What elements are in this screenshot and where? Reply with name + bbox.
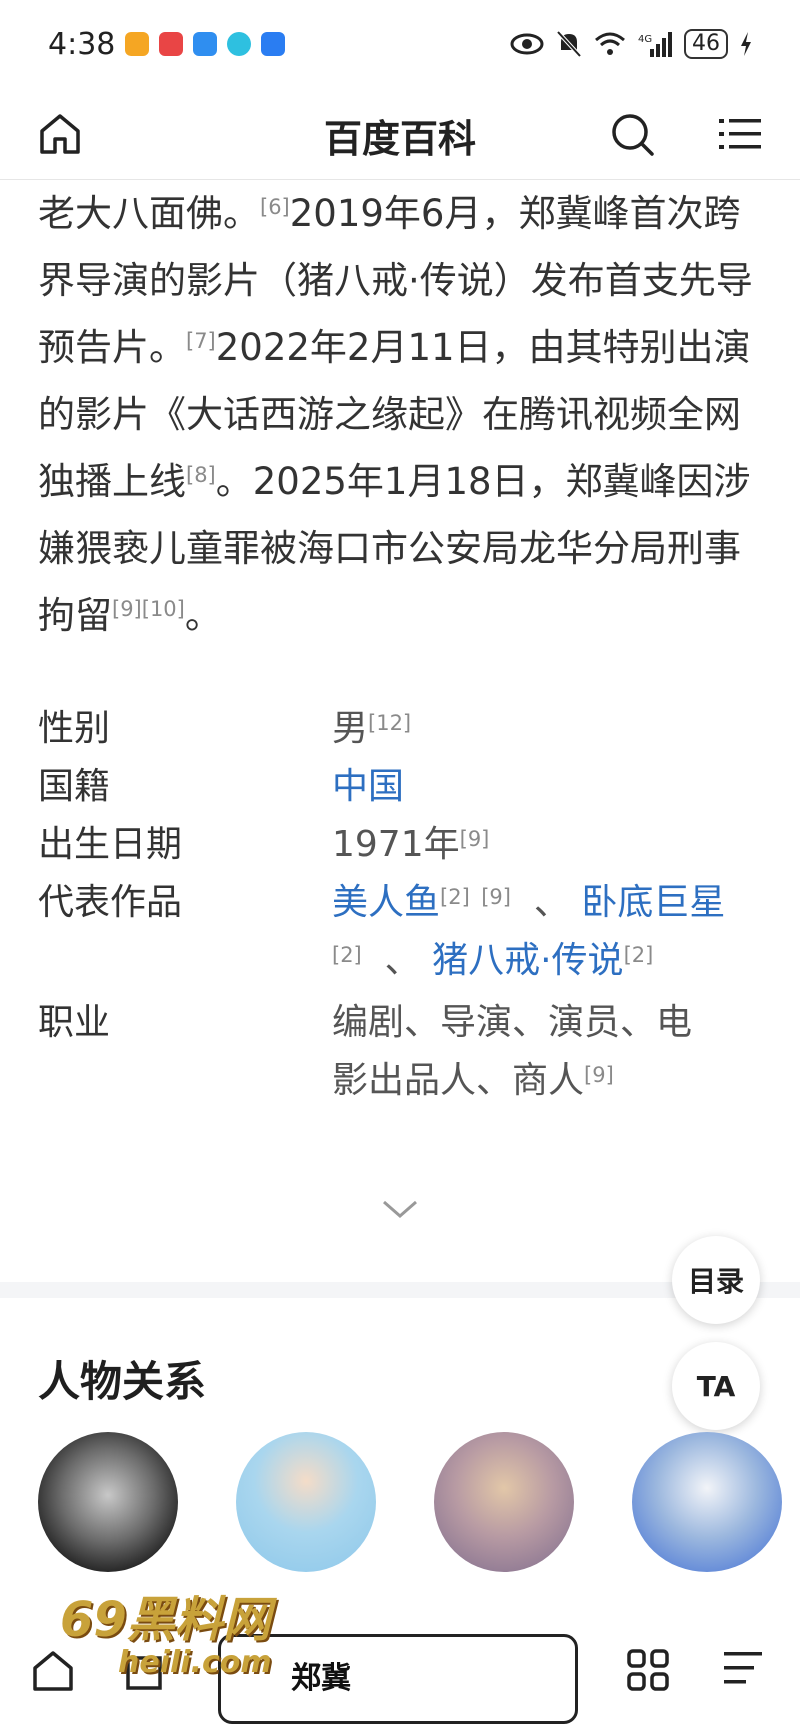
basic-info: 性别 男[12] 国籍 中国 出生日期 1971年[9] 代表作品 美人鱼[2]… [38, 700, 778, 1110]
avatar[interactable] [434, 1432, 574, 1572]
bio-content: 老大八面佛。[6]2019年6月，郑冀峰首次跨界导演的影片（猪八戒·传说）发布首… [38, 180, 762, 649]
bio-text-5: 。 [184, 594, 222, 637]
watermark-logo: 69黑料网 [60, 1592, 271, 1648]
battery-indicator: 46 [684, 29, 728, 59]
occupation-value: 编剧、导演、演员、电影出品人、商人 [332, 1002, 693, 1101]
info-row-works: 代表作品 美人鱼[2] [9] 、 卧底巨星 [2] 、 猪八戒·传说[2] [38, 874, 778, 990]
menu-icon [719, 119, 761, 149]
info-label: 代表作品 [38, 882, 183, 923]
bell-muted-icon [556, 30, 582, 58]
birth-value: 1971年 [332, 824, 460, 865]
notification-icons [125, 32, 286, 56]
home-icon [33, 1651, 73, 1691]
work-link-undercover[interactable]: 卧底巨星 [581, 882, 725, 923]
nationality-link[interactable]: 中国 [332, 758, 778, 816]
reference-7[interactable]: [7] [186, 329, 216, 353]
reference-9[interactable]: [9] [584, 1063, 614, 1087]
more-button[interactable] [722, 1648, 764, 1692]
signal-icon: 4G [638, 32, 672, 57]
info-label: 出生日期 [38, 824, 183, 865]
info-row-birth: 出生日期 1971年[9] [38, 816, 778, 874]
charging-icon [741, 32, 751, 56]
avatar[interactable] [632, 1432, 782, 1572]
works-value: 美人鱼[2] [9] 、 卧底巨星 [2] 、 猪八戒·传说[2] [332, 874, 778, 990]
info-label: 国籍 [38, 766, 111, 807]
relations-title: 人物关系 [38, 1357, 207, 1406]
search-app-icon [193, 32, 218, 56]
gender-value: 男 [332, 708, 369, 749]
watermark-url: heili.com [118, 1645, 272, 1680]
reference-2[interactable]: [2] [440, 885, 470, 909]
info-value: 男[12] [332, 700, 778, 758]
avatar[interactable] [236, 1432, 376, 1572]
reference-8[interactable]: [8] [186, 463, 216, 487]
work-link-pigsy[interactable]: 猪八戒·传说 [432, 940, 623, 981]
status-bar: 4:38 4G 46 [0, 0, 800, 88]
info-value: 1971年[9] [332, 816, 778, 874]
separator: 、 [384, 940, 421, 981]
grid-icon [627, 1649, 669, 1691]
separator: 、 [533, 882, 570, 923]
info-row-occupation: 职业 编剧、导演、演员、电影出品人、商人[9] [38, 994, 778, 1110]
bottom-search-box[interactable]: 郑冀 [218, 1634, 578, 1724]
search-icon [612, 114, 654, 156]
status-right: 4G 46 [510, 29, 752, 59]
menu-button[interactable] [712, 106, 768, 162]
avatar[interactable] [38, 1432, 178, 1572]
reference-9[interactable]: [9] [481, 885, 511, 909]
eye-icon [510, 33, 544, 55]
search-button[interactable] [604, 106, 660, 162]
weibo-icon [125, 32, 150, 56]
info-row-nationality: 国籍 中国 [38, 758, 778, 816]
reference-12[interactable]: [12] [368, 711, 411, 735]
reference-6[interactable]: [6] [260, 195, 290, 219]
info-value: 编剧、导演、演员、电影出品人、商人[9] [332, 994, 778, 1110]
info-label: 职业 [38, 1002, 111, 1043]
relations-avatars [38, 1432, 800, 1582]
top-nav-bar: 百度百科 [0, 88, 800, 180]
work-link-mermaid[interactable]: 美人鱼 [332, 882, 440, 923]
red-app-icon [159, 32, 184, 56]
bio-paragraph: 老大八面佛。[6]2019年6月，郑冀峰首次跨界导演的影片（猪八戒·传说）发布首… [38, 180, 762, 649]
home-tab-button[interactable] [30, 1648, 76, 1698]
toc-button[interactable]: 目录 [672, 1236, 760, 1324]
info-row-gender: 性别 男[12] [38, 700, 778, 758]
browser-app-icon [227, 32, 252, 56]
expand-button[interactable] [380, 1198, 420, 1224]
reference-9[interactable]: [9] [460, 827, 490, 851]
apps-button[interactable] [626, 1648, 670, 1696]
chevron-down-icon [383, 1200, 417, 1218]
reference-2[interactable]: [2] [624, 943, 654, 967]
ta-button[interactable]: TA [672, 1342, 760, 1430]
info-label: 性别 [38, 708, 111, 749]
wifi-icon [595, 32, 625, 55]
bio-text-1: 老大八面佛。 [38, 192, 260, 235]
svg-text:4G: 4G [638, 34, 652, 45]
page-title: 百度百科 [323, 117, 476, 161]
reference-2[interactable]: [2] [332, 943, 362, 967]
message-app-icon [261, 32, 286, 56]
lines-icon [724, 1652, 762, 1684]
status-time: 4:38 [48, 26, 116, 62]
reference-9-10[interactable]: [9][10] [112, 597, 185, 621]
